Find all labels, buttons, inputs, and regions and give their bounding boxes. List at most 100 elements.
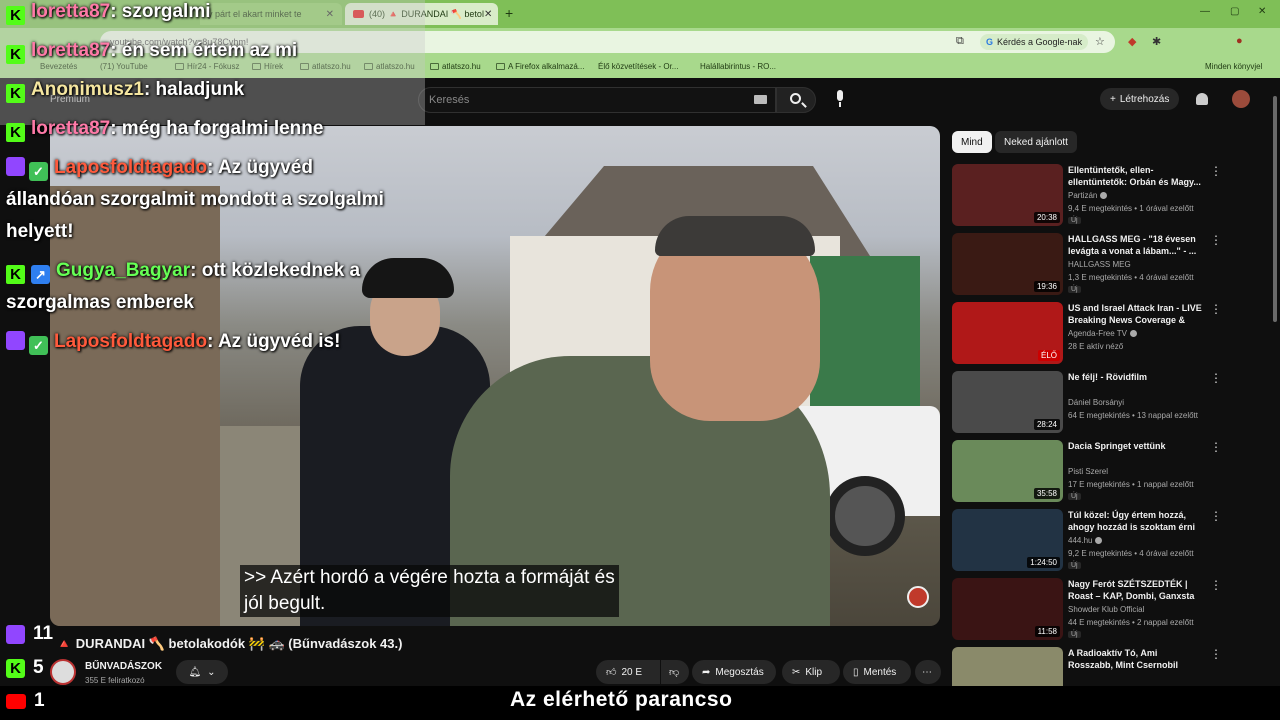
chat-text: : Az ügyvéd — [207, 157, 313, 178]
recommendation-title[interactable]: Ne félj! - Rövidfilm — [1068, 371, 1202, 383]
channel-avatar[interactable] — [50, 659, 76, 685]
account-avatar[interactable] — [1232, 90, 1250, 108]
recommendation-channel[interactable]: Showder Klub Official — [1068, 605, 1144, 614]
share-button[interactable]: ➦ Megosztás — [692, 660, 776, 684]
recommendation-channel[interactable]: HALLGASS MEG — [1068, 260, 1131, 269]
video-thumbnail[interactable]: 1:24:50 — [952, 509, 1063, 571]
check-badge-icon: ✓ — [29, 336, 48, 355]
kick-icon: K — [6, 265, 25, 284]
duration-badge: 19:36 — [1033, 281, 1060, 292]
youtube-viewers: 1 — [34, 690, 45, 711]
recommendation-item[interactable]: 28:24 Ne félj! - Rövidfilm Dániel Borsányi… — [952, 371, 1272, 439]
dislike-button[interactable]: 👎︎ — [661, 660, 689, 684]
save-label: Mentés — [863, 666, 897, 678]
recommendation-title[interactable]: HALLGASS MEG - "18 évesen levágta a vona… — [1068, 233, 1202, 257]
recommendation-channel[interactable]: Pisti Szerel — [1068, 467, 1108, 476]
star-icon[interactable]: ☆ — [1095, 35, 1105, 48]
bookmark-item[interactable]: Élő közvetítések - Or... — [598, 62, 678, 71]
chat-username: Laposfoldtagado — [54, 157, 208, 178]
recommendation-title[interactable]: Nagy Ferót SZÉTSZEDTÉK | Roast – KAP, Do… — [1068, 578, 1202, 602]
close-window-icon[interactable]: ✕ — [1258, 6, 1266, 17]
kick-icon: K — [6, 84, 25, 103]
recommendation-title[interactable]: Dacia Springet vettünk — [1068, 440, 1202, 452]
video-thumbnail[interactable]: 19:36 — [952, 233, 1063, 295]
extensions-puzzle-icon[interactable]: ✱ — [1152, 35, 1161, 48]
bookmark-item[interactable]: Halállabirintus - RO... — [700, 62, 776, 71]
ask-google-button[interactable]: G Kérdés a Google-nak — [980, 34, 1089, 50]
video-thumbnail[interactable]: ÉLŐ — [952, 302, 1063, 364]
screen: y párt el akart minket te ✕ (40) 🔺 DURAN… — [0, 0, 1280, 720]
recommendation-channel[interactable]: Dániel Borsányi — [1068, 398, 1124, 407]
recommendation-title[interactable]: Túl közel: Úgy értem hozzá, ahogy hozzád… — [1068, 509, 1202, 533]
twitch-icon — [6, 331, 25, 350]
more-options-icon[interactable]: ⋮ — [1210, 647, 1222, 661]
recommendation-title[interactable]: US and Israel Attack Iran - LIVE Breakin… — [1068, 302, 1202, 326]
chat-username: Anonimusz1 — [31, 79, 144, 100]
new-tab-button[interactable]: + — [505, 5, 513, 21]
subtitle-line: jól begult. — [244, 593, 326, 614]
extension-icon[interactable]: ◆ — [1128, 35, 1136, 48]
more-options-icon[interactable]: ⋮ — [1210, 302, 1222, 316]
chat-username: Gugya_Bagyar — [56, 260, 191, 281]
subscriber-count: 355 E feliratkozó — [85, 676, 145, 685]
chat-text-continued: helyett! — [6, 221, 74, 242]
mic-icon[interactable] — [834, 90, 846, 108]
maximize-icon[interactable]: ▢ — [1230, 6, 1239, 17]
more-options-icon[interactable]: ⋮ — [1210, 578, 1222, 592]
search-input[interactable]: Keresés — [418, 87, 776, 113]
recommendation-channel[interactable]: Partizán — [1068, 191, 1108, 200]
recommendation-item[interactable]: 11:58 Nagy Ferót SZÉTSZEDTÉK | Roast – KA… — [952, 578, 1272, 646]
recommendation-title[interactable]: A Radioaktív Tó, Ami Rosszabb, Mint Cser… — [1068, 647, 1202, 671]
bookmark-icon: ▯ — [853, 666, 859, 678]
chat-text: : még ha forgalmi lenne — [110, 118, 324, 139]
more-options-icon[interactable]: ⋮ — [1210, 371, 1222, 385]
more-actions-button[interactable]: ⋯ — [915, 660, 941, 684]
recommendation-channel[interactable]: 444.hu — [1068, 536, 1103, 545]
like-button[interactable]: 👍︎ 20 E — [596, 660, 660, 684]
keyboard-icon[interactable] — [754, 95, 767, 104]
bookmark-item[interactable]: atlatszo.hu — [430, 62, 481, 71]
bookmark-item[interactable]: A Firefox alkalmazá... — [496, 62, 584, 71]
chip-recommended[interactable]: Neked ajánlott — [995, 131, 1077, 153]
video-thumbnail[interactable]: 28:24 — [952, 371, 1063, 433]
recommendation-title[interactable]: Ellentüntetők, ellen-ellentüntetők: Orbá… — [1068, 164, 1202, 188]
more-options-icon[interactable]: ⋮ — [1210, 164, 1222, 178]
channel-watermark-icon[interactable] — [907, 586, 929, 608]
recommendation-item[interactable]: 35:58 Dacia Springet vettünk Pisti Szerel 1… — [952, 440, 1272, 508]
recommendation-item[interactable]: ÉLŐ US and Israel Attack Iran - LIVE Brea… — [952, 302, 1272, 370]
scrollbar-thumb[interactable] — [1273, 96, 1277, 322]
more-options-icon[interactable]: ⋮ — [1210, 233, 1222, 247]
new-badge: Új — [1068, 562, 1081, 569]
duration-badge: 35:58 — [1033, 488, 1060, 499]
notifications-bell-icon[interactable] — [1196, 93, 1208, 105]
channel-name[interactable]: BŰNVADÁSZOK — [85, 661, 162, 672]
recommendation-channel[interactable]: Agenda-Free TV — [1068, 329, 1137, 338]
close-icon[interactable]: ✕ — [484, 9, 492, 20]
save-button[interactable]: ▯ Mentés — [843, 660, 911, 684]
subscription-bell-button[interactable]: 🔔︎ ⌄ — [176, 660, 228, 684]
recommendation-item[interactable]: 1:24:50 Túl közel: Úgy értem hozzá, ahogy… — [952, 509, 1272, 577]
profile-icon[interactable]: ● — [1236, 35, 1243, 47]
other-bookmarks[interactable]: Minden könyvjel — [1205, 62, 1262, 71]
duration-badge: 11:58 — [1034, 626, 1060, 637]
search-button[interactable] — [776, 87, 816, 113]
clip-button[interactable]: ✂ Klip — [782, 660, 840, 684]
more-options-icon[interactable]: ⋮ — [1210, 440, 1222, 454]
recommendation-item[interactable]: 20:38 Ellentüntetők, ellen-ellentüntetők:… — [952, 164, 1272, 232]
video-title: 🔺 DURANDAI 🪓 betolakodók 🚧 🚓 (Bűnvadászo… — [56, 636, 403, 651]
minimize-icon[interactable]: — — [1200, 6, 1210, 17]
create-button[interactable]: + Létrehozás — [1100, 88, 1180, 110]
verified-icon — [1100, 192, 1108, 200]
recommendation-item[interactable]: 19:36 HALLGASS MEG - "18 évesen levágta a… — [952, 233, 1272, 301]
video-thumbnail[interactable]: 35:58 — [952, 440, 1063, 502]
video-thumbnail[interactable]: 20:38 — [952, 164, 1063, 226]
search-icon — [790, 93, 801, 104]
chat-text: : haladjunk — [143, 79, 245, 100]
chip-all[interactable]: Mind — [952, 131, 992, 153]
video-thumbnail[interactable]: 11:58 — [952, 578, 1063, 640]
kick-icon: K — [6, 6, 25, 25]
verified-icon — [1130, 330, 1137, 338]
screen-cast-icon[interactable]: ⧉ — [956, 35, 964, 48]
more-options-icon[interactable]: ⋮ — [1210, 509, 1222, 523]
chat-message: Kloretta87: még ha forgalmi lenne — [6, 113, 323, 145]
